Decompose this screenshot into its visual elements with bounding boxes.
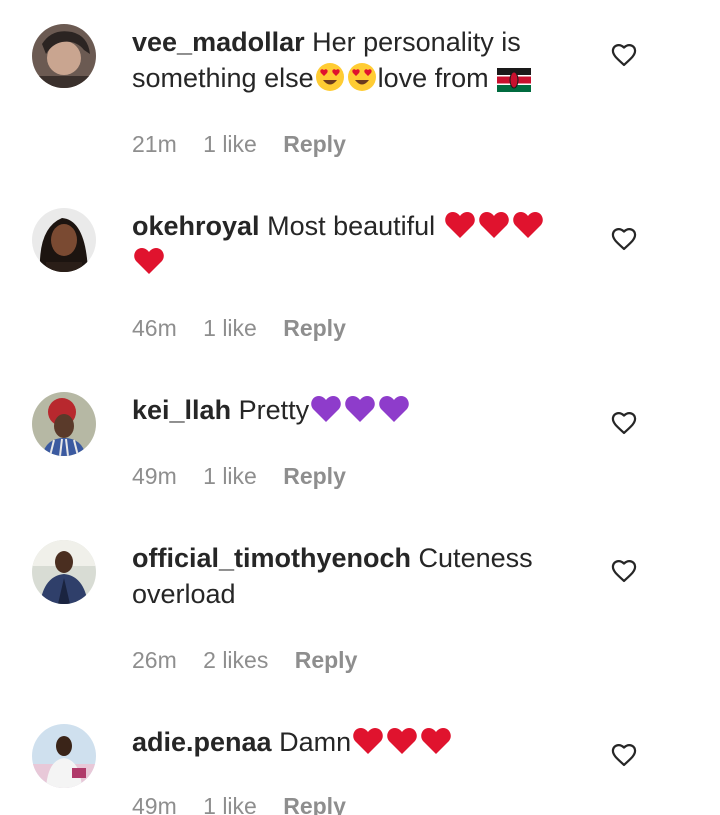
comment-body-text: Most beautiful <box>267 211 436 241</box>
comment-body-text-2: love from <box>377 63 489 93</box>
avatar[interactable] <box>32 208 96 272</box>
heart-eyes-emoji <box>315 62 345 92</box>
heart-icon[interactable] <box>610 557 638 585</box>
avatar[interactable] <box>32 392 96 456</box>
reply-button[interactable]: Reply <box>283 315 346 341</box>
avatar[interactable] <box>32 540 96 604</box>
kenya-flag-emoji <box>497 68 532 92</box>
comment-time: 21m <box>132 131 177 157</box>
avatar[interactable] <box>32 724 96 788</box>
comment-meta: 49m 1 like Reply <box>132 791 366 815</box>
reply-button[interactable]: Reply <box>283 793 346 815</box>
red-heart-emoji <box>512 210 544 240</box>
comment-meta: 46m 1 like Reply <box>132 313 366 343</box>
heart-icon[interactable] <box>610 225 638 253</box>
comment-meta: 21m 1 like Reply <box>132 129 366 159</box>
red-heart-emoji <box>444 210 476 240</box>
comment-body-text: Damn <box>279 727 352 757</box>
reply-button[interactable]: Reply <box>283 463 346 489</box>
red-heart-emoji <box>420 726 452 756</box>
comment-username[interactable]: adie.penaa <box>132 727 272 757</box>
comment-likes-count[interactable]: 1 like <box>203 793 257 815</box>
avatar[interactable] <box>32 24 96 88</box>
red-heart-emoji <box>133 246 165 276</box>
red-heart-emoji <box>352 726 384 756</box>
comment-likes-count[interactable]: 2 likes <box>203 647 268 673</box>
comment-text: okehroyal Most beautiful <box>132 208 572 280</box>
comment-time: 49m <box>132 463 177 489</box>
reply-button[interactable]: Reply <box>283 131 346 157</box>
comment-username[interactable]: okehroyal <box>132 211 260 241</box>
reply-button[interactable]: Reply <box>295 647 358 673</box>
comment-time: 46m <box>132 315 177 341</box>
comment-text: vee_madollar Her personality is somethin… <box>132 24 572 96</box>
heart-icon[interactable] <box>610 409 638 437</box>
red-heart-emoji <box>478 210 510 240</box>
comment-text: adie.penaa Damn <box>132 724 572 760</box>
comment-likes-count[interactable]: 1 like <box>203 315 257 341</box>
heart-icon[interactable] <box>610 41 638 69</box>
comment-meta: 49m 1 like Reply <box>132 461 366 491</box>
comment-username[interactable]: kei_llah <box>132 395 231 425</box>
red-heart-emoji <box>386 726 418 756</box>
comment-text: kei_llah Pretty <box>132 392 572 428</box>
comments-list: vee_madollar Her personality is somethin… <box>0 0 720 815</box>
comment-body-text: Pretty <box>238 395 310 425</box>
comment-username[interactable]: official_timothyenoch <box>132 543 411 573</box>
comment-time: 49m <box>132 793 177 815</box>
comment-username[interactable]: vee_madollar <box>132 27 305 57</box>
comment-text: official_timothyenoch Cuteness overload <box>132 540 572 612</box>
comment-meta: 26m 2 likes Reply <box>132 645 377 675</box>
purple-heart-emoji <box>344 394 376 424</box>
heart-eyes-emoji <box>347 62 377 92</box>
comment-likes-count[interactable]: 1 like <box>203 131 257 157</box>
comment-time: 26m <box>132 647 177 673</box>
comment-likes-count[interactable]: 1 like <box>203 463 257 489</box>
purple-heart-emoji <box>378 394 410 424</box>
purple-heart-emoji <box>310 394 342 424</box>
heart-icon[interactable] <box>610 741 638 769</box>
